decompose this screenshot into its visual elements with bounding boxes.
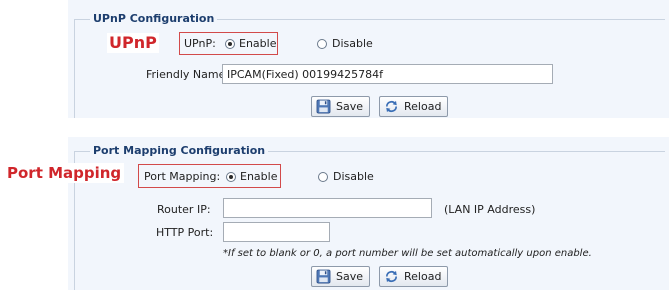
upnp-save-button[interactable]: Save bbox=[311, 96, 371, 117]
port-mapping-reload-button[interactable]: Reload bbox=[379, 266, 449, 287]
http-port-label: HTTP Port: bbox=[156, 226, 214, 239]
port-mapping-save-label: Save bbox=[336, 270, 364, 283]
port-mapping-note: *If set to blank or 0, a port number wil… bbox=[223, 248, 592, 259]
friendly-name-input[interactable] bbox=[222, 64, 553, 84]
http-port-input[interactable] bbox=[223, 222, 330, 242]
port-mapping-disable-label[interactable]: Disable bbox=[333, 170, 374, 184]
upnp-mode-label: UPnP: bbox=[184, 37, 216, 50]
port-mapping-reload-label: Reload bbox=[404, 270, 442, 283]
upnp-callout-label: UPnP bbox=[107, 33, 159, 53]
upnp-fieldset-border-left bbox=[74, 19, 75, 118]
refresh-arrows-icon bbox=[385, 100, 398, 113]
upnp-save-label: Save bbox=[336, 100, 364, 113]
floppy-disk-icon bbox=[316, 99, 331, 114]
refresh-arrows-icon bbox=[385, 270, 398, 283]
upnp-section-title: UPnP Configuration bbox=[90, 12, 218, 26]
upnp-disable-label[interactable]: Disable bbox=[332, 37, 373, 51]
floppy-disk-icon bbox=[316, 269, 331, 284]
port-mapping-enable-radio[interactable] bbox=[226, 172, 236, 182]
port-mapping-save-button[interactable]: Save bbox=[311, 266, 371, 287]
router-ip-label: Router IP: bbox=[157, 203, 211, 216]
port-mapping-callout-label: Port Mapping bbox=[4, 163, 125, 183]
upnp-enable-label[interactable]: Enable bbox=[239, 37, 276, 51]
port-mapping-section-title: Port Mapping Configuration bbox=[90, 144, 269, 158]
router-ip-hint: (LAN IP Address) bbox=[444, 203, 536, 216]
upnp-reload-button[interactable]: Reload bbox=[379, 96, 449, 117]
router-ip-input[interactable] bbox=[223, 198, 432, 218]
port-mapping-enable-label[interactable]: Enable bbox=[240, 170, 277, 184]
upnp-enable-radio[interactable] bbox=[225, 39, 235, 49]
friendly-name-label: Friendly Name: bbox=[146, 68, 230, 81]
port-mapping-disable-radio[interactable] bbox=[318, 172, 328, 182]
upnp-reload-label: Reload bbox=[404, 100, 442, 113]
port-mapping-mode-label: Port Mapping: bbox=[144, 170, 221, 183]
upnp-disable-radio[interactable] bbox=[317, 39, 327, 49]
